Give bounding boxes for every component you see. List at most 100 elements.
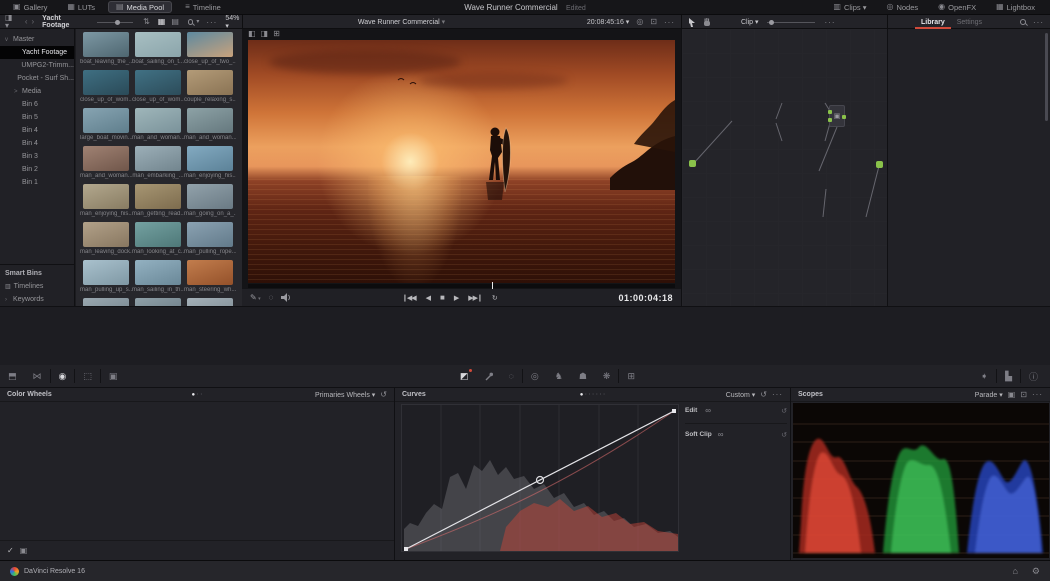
auto-balance-icon[interactable]: ✓ [7, 547, 14, 555]
expand-viewer-icon[interactable]: ⊡ [650, 18, 657, 26]
library-search-icon[interactable] [1020, 19, 1026, 25]
topbar-button-timeline[interactable]: ≡Timeline [178, 1, 228, 13]
grid-view-icon[interactable]: ▦ [158, 18, 166, 26]
media-clip[interactable]: man_pulling_up_s... [80, 260, 132, 298]
topbar-button-openfx[interactable]: ◉OpenFX [931, 1, 983, 13]
camera-raw-icon[interactable]: ⬒ [8, 371, 17, 382]
face-icon[interactable]: ☗ [579, 371, 587, 382]
media-clip[interactable]: man_and_woman... [132, 108, 184, 146]
sidebar-item-timelines[interactable]: ▥Timelines [0, 280, 75, 293]
search-caret-icon[interactable]: ▾ [196, 19, 199, 25]
scope-expand-icon[interactable]: ⊡ [1020, 391, 1027, 399]
scope-mode-select[interactable]: Parade ▾ [975, 391, 1003, 399]
highlight-tool-icon[interactable]: ✎ ▾ [250, 293, 261, 302]
cursor-tool-icon[interactable] [689, 18, 696, 27]
topbar-button-lightbox[interactable]: ▦Lightbox [989, 1, 1042, 13]
media-pool-options-icon[interactable]: ··· [206, 18, 217, 27]
media-clip[interactable]: man_enjoying_his... [80, 184, 132, 222]
go-to-end-button[interactable]: ▶▶❙ [468, 294, 482, 302]
media-clip[interactable]: man_pulling_rope... [184, 222, 236, 260]
play-button[interactable]: ▶ [454, 294, 458, 302]
media-clip[interactable] [132, 298, 184, 306]
color-wheels-tool-icon[interactable]: ◉ [59, 371, 67, 382]
node-options-icon[interactable]: ··· [825, 18, 836, 27]
media-clip[interactable]: boat_leaving_the_... [80, 32, 132, 70]
topbar-button-nodes[interactable]: ◎Nodes [879, 1, 925, 13]
soft-clip-link-icon[interactable]: ∞ [718, 431, 724, 439]
master-timecode[interactable]: 20:08:45:16 ▾ [587, 18, 629, 26]
keyframes-icon[interactable]: ⊞ [627, 371, 635, 382]
media-clip[interactable]: boat_sailing_on_t... [132, 32, 184, 70]
curves-mode-select[interactable]: Custom ▾ [726, 391, 756, 399]
media-clip[interactable]: close_up_of_two_... [184, 32, 236, 70]
topbar-button-clips[interactable]: ▥Clips ▾ [826, 1, 873, 13]
scope-settings-icon[interactable]: ▣ [1008, 391, 1016, 399]
zoom-level-select[interactable]: 54% ▾ [225, 15, 242, 30]
sidebar-bin-master[interactable]: vMaster [0, 33, 74, 46]
link-channels-icon[interactable]: ∞ [705, 407, 711, 415]
thumb-size-slider[interactable] [97, 22, 133, 23]
qualifier-eyedropper-icon[interactable] [485, 372, 493, 381]
wheels-mode-select[interactable]: Primaries Wheels ▾ [315, 391, 375, 399]
topbar-button-gallery[interactable]: ▣Gallery [6, 1, 54, 13]
tracker-icon[interactable]: ◎ [531, 371, 539, 382]
curves-reset-icon[interactable]: ↺ [760, 391, 767, 399]
media-clip[interactable]: man_getting_read... [132, 184, 184, 222]
viewer-scrub-bar[interactable] [248, 284, 675, 288]
parallel-mixer-node[interactable]: ▣ [829, 105, 845, 127]
sidebar-bin-bin-2[interactable]: Bin 2 [0, 163, 74, 176]
sidebar-bin-bin-3[interactable]: Bin 3 [0, 150, 74, 163]
topbar-button-media-pool[interactable]: ▤Media Pool [108, 1, 172, 13]
tab-settings[interactable]: Settings [951, 19, 988, 26]
media-clip[interactable]: large_boat_movin... [80, 108, 132, 146]
scope-options-icon[interactable]: ··· [1032, 390, 1043, 399]
step-back-button[interactable]: ◀ [426, 294, 430, 302]
forward-arrow-icon[interactable]: › [31, 18, 34, 26]
media-clip[interactable]: man_enjoying_his... [184, 146, 236, 184]
wheel-mode-icon[interactable]: ▣ [20, 547, 28, 555]
media-clip[interactable]: man_going_on_a_... [184, 184, 236, 222]
sidebar-bin-yacht-footage[interactable]: Yacht Footage [0, 46, 74, 59]
sidebar-item-keywords[interactable]: ›Keywords [0, 293, 75, 306]
viewer-timeline-select[interactable]: Wave Runner Commercial ▾ [242, 18, 561, 26]
go-to-start-button[interactable]: ❙◀◀ [402, 294, 416, 302]
image-wipe-icon[interactable]: ◧ [248, 30, 256, 38]
primaries-palette-icon[interactable]: ◩ [460, 371, 469, 382]
node-zoom-slider[interactable] [767, 22, 815, 23]
sort-icon[interactable]: ⇅ [143, 18, 150, 26]
search-icon[interactable] [188, 19, 193, 25]
stop-button[interactable]: ■ [440, 293, 444, 302]
project-manager-icon[interactable]: ⌂ [1012, 566, 1017, 577]
media-clip[interactable]: close_up_of_wom... [132, 70, 184, 108]
media-clip[interactable]: man_embarking_... [132, 146, 184, 184]
grade-arrow-icon[interactable]: ➧ [981, 371, 989, 382]
loop-button[interactable]: ↻ [492, 294, 498, 302]
tab-library[interactable]: Library [915, 15, 951, 29]
media-clip[interactable]: man_and_woman... [184, 108, 236, 146]
mix-wipe-icon[interactable]: ⊞ [273, 30, 280, 38]
sidebar-bin-pocket-surf-sh-[interactable]: Pocket - Surf Sh... [0, 72, 74, 85]
sidebar-bin-bin-4[interactable]: Bin 4 [0, 137, 74, 150]
sidebar-bin-bin-5[interactable]: Bin 5 [0, 111, 74, 124]
sidebar-bin-umpg2-trimm-[interactable]: UMPG2-Trimm... [0, 59, 74, 72]
gang-icon[interactable]: ⋈ [33, 371, 42, 382]
media-clip[interactable] [184, 298, 236, 306]
node-view-mode[interactable]: Clip ▾ [741, 18, 759, 26]
curve-graph[interactable] [401, 404, 679, 552]
soft-clip-reset-icon[interactable]: ↺ [781, 431, 787, 439]
color-match-icon[interactable]: ⬚ [83, 371, 92, 382]
scopes-toggle-icon[interactable]: ▙ [1005, 371, 1012, 382]
sidebar-bin-bin-6[interactable]: Bin 6 [0, 98, 74, 111]
viewer-options-icon[interactable]: ··· [664, 18, 675, 27]
library-scrollbar[interactable] [1045, 33, 1048, 121]
info-icon[interactable]: ⓘ [1029, 370, 1038, 383]
back-arrow-icon[interactable]: ‹ [25, 18, 28, 26]
sidebar-bin-bin-1[interactable]: Bin 1 [0, 176, 74, 189]
edit-reset-icon[interactable]: ↺ [781, 407, 787, 415]
bypass-grade-icon[interactable]: ◌ [269, 293, 274, 302]
audio-mute-icon[interactable] [281, 293, 291, 302]
magic-mask-icon[interactable]: ♞ [555, 371, 563, 382]
media-clip[interactable]: man_looking_at_c... [132, 222, 184, 260]
media-clip[interactable]: man_sailing_in_th... [132, 260, 184, 298]
sidebar-bin-media[interactable]: >Media [0, 85, 74, 98]
